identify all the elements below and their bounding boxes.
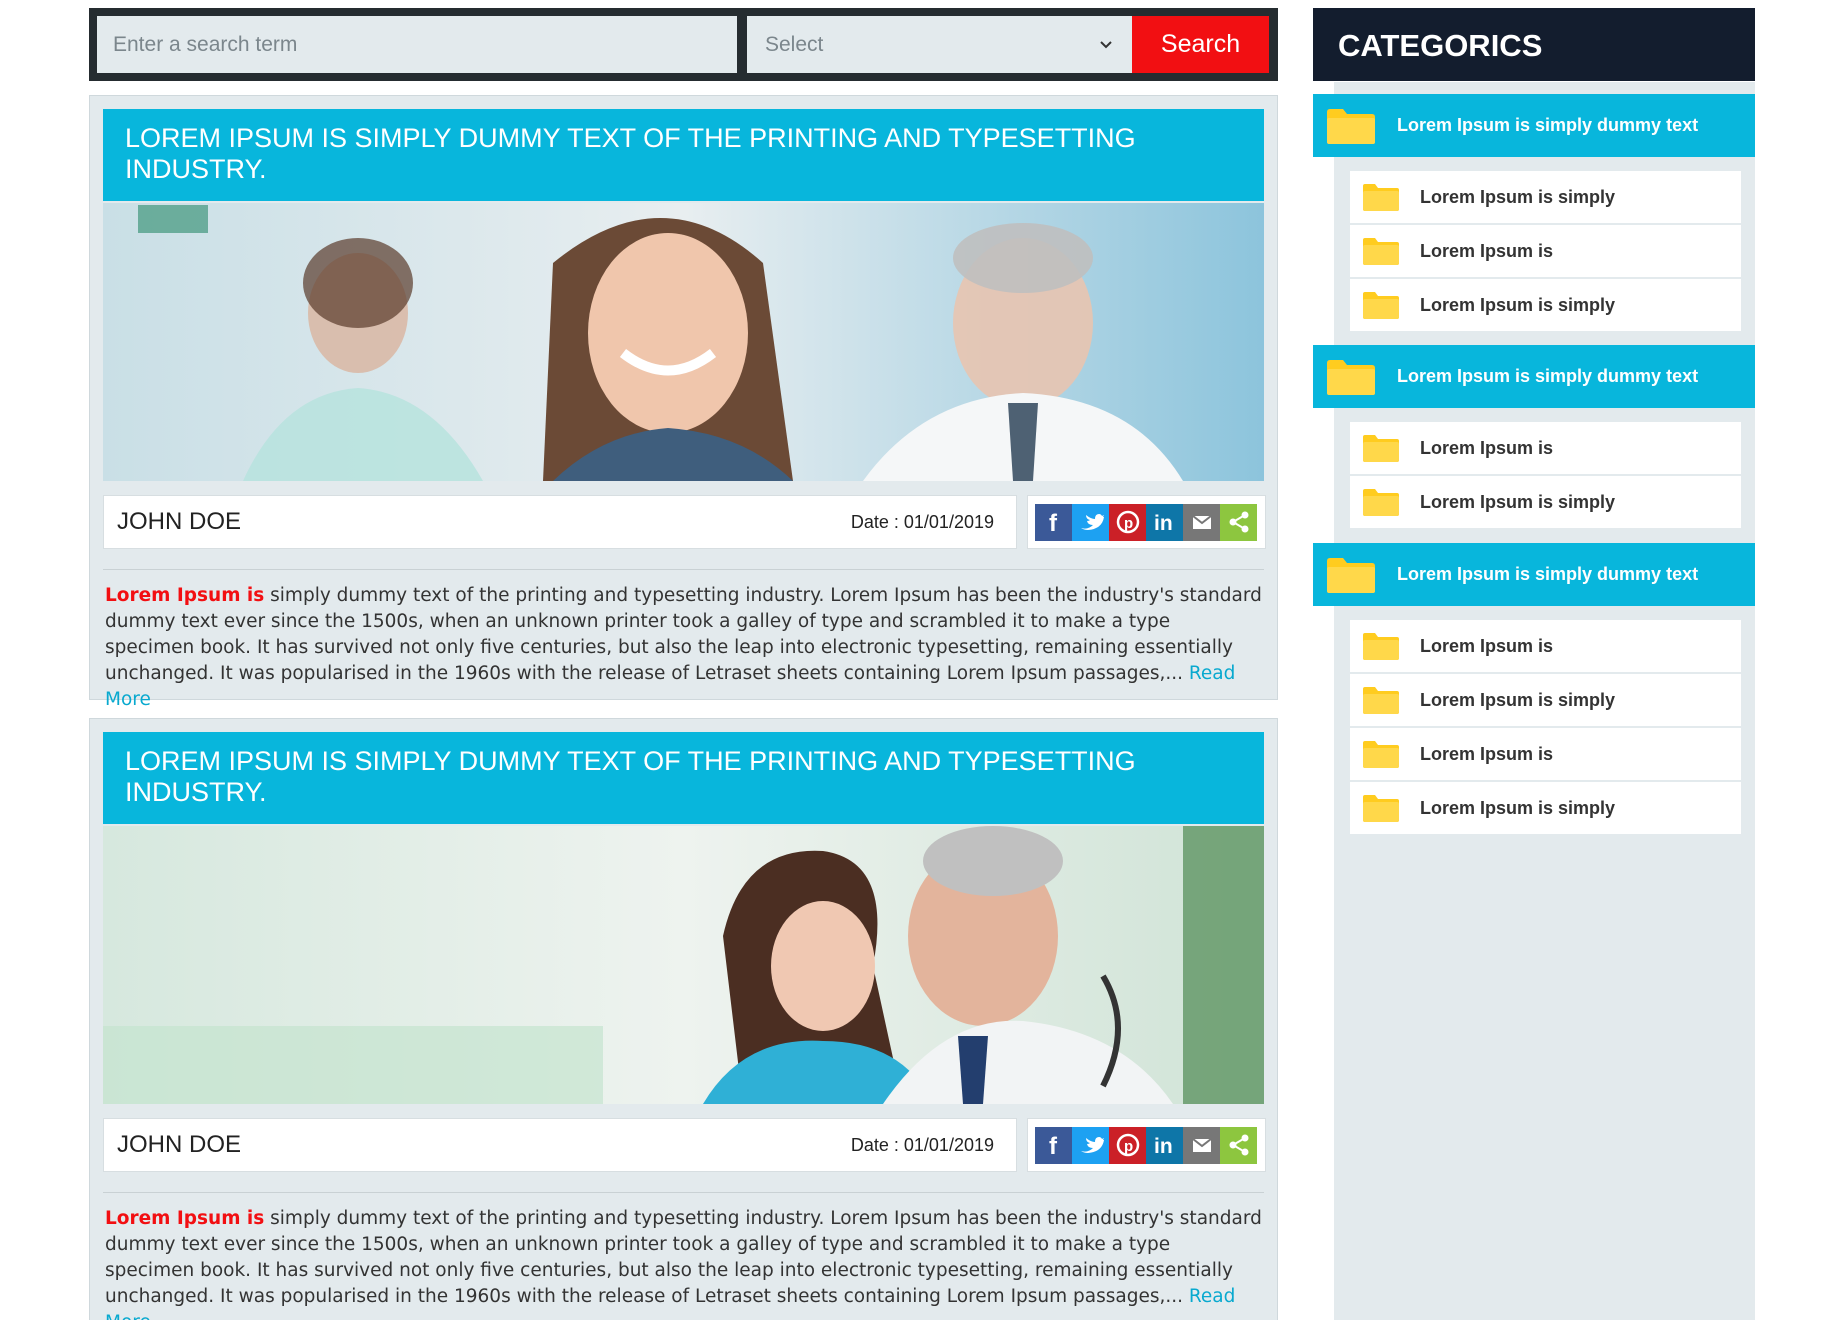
category-item[interactable]: Lorem Ipsum is — [1350, 422, 1741, 474]
post-card: LOREM IPSUM IS SIMPLY DUMMY TEXT OF THE … — [89, 718, 1278, 1320]
category-item[interactable]: Lorem Ipsum is simply — [1350, 674, 1741, 726]
category-select[interactable]: Select — [747, 16, 1132, 73]
post-text: simply dummy text of the printing and ty… — [105, 1208, 1262, 1307]
category-item-label: Lorem Ipsum is — [1420, 437, 1554, 458]
category-item-label: Lorem Ipsum is simply — [1420, 186, 1616, 207]
svg-text:p: p — [1124, 515, 1133, 532]
post-image-doctors[interactable] — [103, 203, 1264, 481]
folder-icon — [1363, 687, 1399, 714]
folder-icon — [1363, 292, 1399, 319]
post-lead: Lorem Ipsum is — [105, 585, 265, 606]
post-image-nurse-doctor[interactable] — [103, 826, 1264, 1104]
search-button[interactable]: Search — [1132, 16, 1269, 73]
folder-icon — [1363, 795, 1399, 822]
select-value: Select — [765, 32, 824, 56]
author-box: JOHN DOE Date : 01/01/2019 — [103, 495, 1017, 549]
post-meta: JOHN DOE Date : 01/01/2019 f p in — [103, 1118, 1266, 1172]
folder-icon — [1327, 359, 1375, 395]
category-item[interactable]: Lorem Ipsum is — [1350, 225, 1741, 277]
svg-text:in: in — [1154, 1135, 1173, 1158]
category-group-header[interactable]: Lorem Ipsum is simply dummy text — [1313, 543, 1755, 606]
category-item[interactable]: Lorem Ipsum is simply — [1350, 782, 1741, 834]
folder-icon — [1363, 741, 1399, 768]
post-text: simply dummy text of the printing and ty… — [105, 585, 1262, 684]
category-item[interactable]: Lorem Ipsum is simply — [1350, 171, 1741, 223]
category-group-label: Lorem Ipsum is simply dummy text — [1397, 564, 1699, 584]
category-group-header[interactable]: Lorem Ipsum is simply dummy text — [1313, 345, 1755, 408]
twitter-icon[interactable] — [1072, 503, 1109, 541]
category-item[interactable]: Lorem Ipsum is simply — [1350, 476, 1741, 528]
post-date: Date : 01/01/2019 — [850, 511, 994, 532]
pinterest-icon[interactable]: p — [1109, 1126, 1146, 1164]
search-input[interactable] — [97, 16, 737, 73]
divider — [103, 569, 1264, 570]
twitter-icon[interactable] — [1072, 1126, 1109, 1164]
divider — [103, 1192, 1264, 1193]
search-bar: Select Search — [89, 8, 1278, 81]
category-item-label: Lorem Ipsum is simply — [1420, 294, 1616, 315]
category-item-label: Lorem Ipsum is simply — [1420, 689, 1616, 710]
author-name[interactable]: JOHN DOE — [117, 508, 241, 536]
linkedin-icon[interactable]: in — [1146, 1126, 1183, 1164]
facebook-icon[interactable]: f — [1035, 1126, 1072, 1164]
chevron-down-icon — [1100, 41, 1112, 49]
category-group-label: Lorem Ipsum is simply dummy text — [1397, 115, 1699, 135]
author-box: JOHN DOE Date : 01/01/2019 — [103, 1118, 1017, 1172]
post-excerpt: Lorem Ipsum is simply dummy text of the … — [105, 1206, 1264, 1320]
folder-icon — [1327, 557, 1375, 593]
post-excerpt: Lorem Ipsum is simply dummy text of the … — [105, 583, 1264, 725]
folder-icon — [1363, 238, 1399, 265]
category-item[interactable]: Lorem Ipsum is — [1350, 620, 1741, 672]
folder-icon — [1363, 435, 1399, 462]
category-item[interactable]: Lorem Ipsum is simply — [1350, 279, 1741, 331]
email-icon[interactable] — [1183, 503, 1220, 541]
folder-icon — [1327, 108, 1375, 144]
svg-text:f: f — [1049, 510, 1058, 535]
post-title[interactable]: LOREM IPSUM IS SIMPLY DUMMY TEXT OF THE … — [103, 109, 1264, 201]
linkedin-icon[interactable]: in — [1146, 503, 1183, 541]
post-lead: Lorem Ipsum is — [105, 1208, 265, 1229]
category-item-label: Lorem Ipsum is simply — [1420, 491, 1616, 512]
email-icon[interactable] — [1183, 1126, 1220, 1164]
author-name[interactable]: JOHN DOE — [117, 1131, 241, 1159]
svg-text:in: in — [1154, 512, 1173, 535]
social-share-bar: f p in — [1027, 495, 1266, 549]
folder-icon — [1363, 633, 1399, 660]
category-group-label: Lorem Ipsum is simply dummy text — [1397, 366, 1699, 386]
share-icon[interactable] — [1220, 503, 1257, 541]
svg-text:p: p — [1124, 1138, 1133, 1155]
category-item[interactable]: Lorem Ipsum is — [1350, 728, 1741, 780]
category-group-header[interactable]: Lorem Ipsum is simply dummy text — [1313, 94, 1755, 157]
category-item-label: Lorem Ipsum is — [1420, 635, 1554, 656]
category-item-label: Lorem Ipsum is simply — [1420, 797, 1616, 818]
share-icon[interactable] — [1220, 1126, 1257, 1164]
category-item-label: Lorem Ipsum is — [1420, 240, 1554, 261]
category-item-label: Lorem Ipsum is — [1420, 743, 1554, 764]
post-card: LOREM IPSUM IS SIMPLY DUMMY TEXT OF THE … — [89, 95, 1278, 710]
social-share-bar: f p in — [1027, 1118, 1266, 1172]
post-date: Date : 01/01/2019 — [850, 1134, 994, 1155]
facebook-icon[interactable]: f — [1035, 503, 1072, 541]
pinterest-icon[interactable]: p — [1109, 503, 1146, 541]
folder-icon — [1363, 184, 1399, 211]
svg-text:f: f — [1049, 1133, 1058, 1158]
post-meta: JOHN DOE Date : 01/01/2019 f p in — [103, 495, 1266, 549]
post-title[interactable]: LOREM IPSUM IS SIMPLY DUMMY TEXT OF THE … — [103, 732, 1264, 824]
categories-title: CATEGORICS — [1313, 8, 1755, 81]
folder-icon — [1363, 489, 1399, 516]
